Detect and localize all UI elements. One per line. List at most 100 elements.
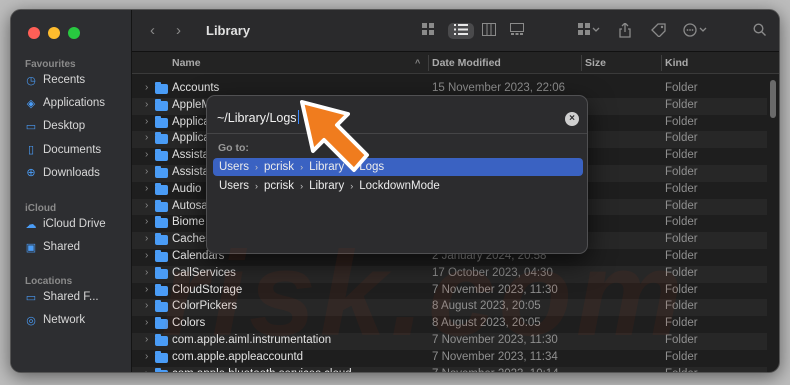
sidebar-item-computer[interactable]: ▭ Shared F... [25, 291, 129, 303]
icon-view-button[interactable] [422, 23, 435, 39]
computer-icon: ▭ [25, 291, 37, 304]
sidebar-item-globe[interactable]: ◎ Network [25, 314, 129, 326]
path-suggestion[interactable]: Users › pcrisk › Library › LockdownMode [213, 177, 583, 195]
disclosure-chevron-icon[interactable]: › [145, 317, 148, 328]
sidebar-item-shared-folder[interactable]: ▣ Shared [25, 241, 129, 253]
table-row[interactable]: › com.apple.appleaccountd 7 November 2023,… [132, 350, 767, 367]
list-view-button[interactable] [448, 23, 474, 39]
sidebar-item-download[interactable]: ⊕ Downloads [25, 167, 129, 179]
gallery-view-button[interactable] [510, 23, 524, 39]
file-name: CallServices [172, 266, 236, 279]
column-view-button[interactable] [482, 23, 496, 39]
file-kind: Folder [665, 115, 698, 128]
file-kind: Folder [665, 333, 698, 346]
disclosure-chevron-icon[interactable]: › [145, 116, 148, 127]
column-divider[interactable] [428, 55, 429, 71]
column-header-kind[interactable]: Kind [665, 57, 688, 69]
sort-ascending-icon[interactable]: ^ [415, 58, 420, 68]
file-name: CloudStorage [172, 283, 243, 296]
folder-icon [155, 266, 168, 279]
close-window-button[interactable] [28, 27, 40, 39]
forward-button[interactable]: › [176, 22, 181, 39]
folder-icon [155, 182, 168, 195]
table-row[interactable]: › CallServices 17 October 2023, 04:30 Folde… [132, 265, 767, 283]
file-kind: Folder [665, 317, 698, 330]
date-modified: 7 November 2023, 11:30 [432, 283, 558, 296]
sidebar-item-label: Applications [43, 97, 106, 110]
disclosure-chevron-icon[interactable]: › [145, 351, 148, 362]
column-header-date[interactable]: Date Modified [432, 57, 501, 69]
disclosure-chevron-icon[interactable]: › [145, 200, 148, 211]
clear-input-button[interactable]: × [565, 112, 579, 126]
disclosure-chevron-icon[interactable]: › [145, 300, 148, 311]
disclosure-chevron-icon[interactable]: › [145, 368, 148, 372]
disclosure-chevron-icon[interactable]: › [145, 233, 148, 244]
column-header-name[interactable]: Name [172, 57, 201, 69]
disclosure-chevron-icon[interactable]: › [145, 82, 148, 93]
go-to-folder-dialog: ~/Library/Logs × Go to: Users › pcrisk › Lib… [206, 95, 588, 254]
folder-icon [155, 199, 168, 212]
document-icon: ▯ [27, 144, 35, 156]
file-name: com.apple.appleaccountd [172, 350, 304, 363]
column-divider[interactable] [661, 55, 662, 71]
disclosure-chevron-icon[interactable]: › [145, 166, 148, 177]
sidebar-item-label: Desktop [43, 120, 86, 133]
sidebar-item-applications[interactable]: ◈ Applications [25, 97, 129, 109]
path-suggestion[interactable]: Users›pcrisk›Library›Logs [213, 158, 583, 176]
search-button[interactable] [753, 23, 766, 39]
sidebar-item-label: Downloads [43, 166, 100, 179]
vertical-scrollbar[interactable] [770, 80, 776, 118]
tags-button[interactable] [651, 23, 666, 40]
date-modified: 7 November 2023, 11:34 [432, 350, 558, 363]
go-to-label: Go to: [218, 142, 249, 154]
date-modified: 7 November 2023, 11:30 [432, 333, 558, 346]
sidebar-item-label: iCloud Drive [43, 218, 106, 230]
disclosure-chevron-icon[interactable]: › [145, 267, 148, 278]
disclosure-chevron-icon[interactable]: › [145, 132, 148, 143]
disclosure-chevron-icon[interactable]: › [145, 216, 148, 227]
table-row[interactable]: › CloudStorage 7 November 2023, 11:30 Folde… [132, 283, 767, 300]
folder-icon [155, 165, 168, 178]
action-button[interactable] [683, 23, 709, 40]
sidebar-item-label: Shared F... [43, 291, 99, 303]
path-input[interactable]: ~/Library/Logs [217, 110, 299, 125]
sidebar-item-document[interactable]: ▯ Documents [25, 144, 129, 156]
folder-icon [155, 317, 168, 330]
clock-icon: ◷ [26, 74, 36, 87]
sidebar-item-label: Shared [43, 241, 81, 254]
path-separator-icon: › [255, 162, 259, 172]
path-component: Users [219, 161, 250, 173]
table-row[interactable]: › Colors 8 August 2023, 20:05 Folder [132, 316, 767, 333]
folder-icon [155, 82, 168, 94]
file-kind: Folder [665, 165, 698, 178]
back-button[interactable]: ‹ [150, 22, 155, 39]
path-separator-icon: › [350, 181, 354, 191]
window-controls [28, 27, 80, 39]
sidebar-item-cloud[interactable]: ☁ iCloud Drive [25, 218, 129, 230]
file-kind: Folder [665, 149, 698, 162]
disclosure-chevron-icon[interactable]: › [145, 183, 148, 194]
disclosure-chevron-icon[interactable]: › [145, 250, 148, 261]
table-row[interactable]: › com.apple.aiml.instrumentation 7 Novembe… [132, 332, 767, 350]
column-header-size[interactable]: Size [585, 57, 606, 69]
applications-icon: ◈ [26, 97, 36, 110]
disclosure-chevron-icon[interactable]: › [145, 334, 148, 345]
folder-icon [155, 115, 168, 128]
folder-icon [155, 367, 168, 372]
file-kind: Folder [665, 266, 698, 279]
minimize-window-button[interactable] [48, 27, 60, 39]
grid-view-icon [422, 23, 434, 35]
group-by-button[interactable] [578, 23, 600, 39]
share-button[interactable] [619, 22, 631, 41]
sidebar-item-clock[interactable]: ◷ Recents [25, 74, 129, 86]
maximize-window-button[interactable] [68, 27, 80, 39]
disclosure-chevron-icon[interactable]: › [145, 149, 148, 160]
search-icon [753, 23, 766, 36]
table-row[interactable]: › com.apple.bluetooth.services.cloud 7 Nov… [132, 366, 767, 372]
sidebar-item-desktop[interactable]: ▭ Desktop [25, 120, 129, 132]
table-row[interactable]: › ColorPickers 8 August 2023, 20:05 Folder [132, 299, 767, 317]
disclosure-chevron-icon[interactable]: › [145, 99, 148, 110]
file-kind: Folder [665, 98, 698, 111]
disclosure-chevron-icon[interactable]: › [145, 284, 148, 295]
column-divider[interactable] [581, 55, 582, 71]
